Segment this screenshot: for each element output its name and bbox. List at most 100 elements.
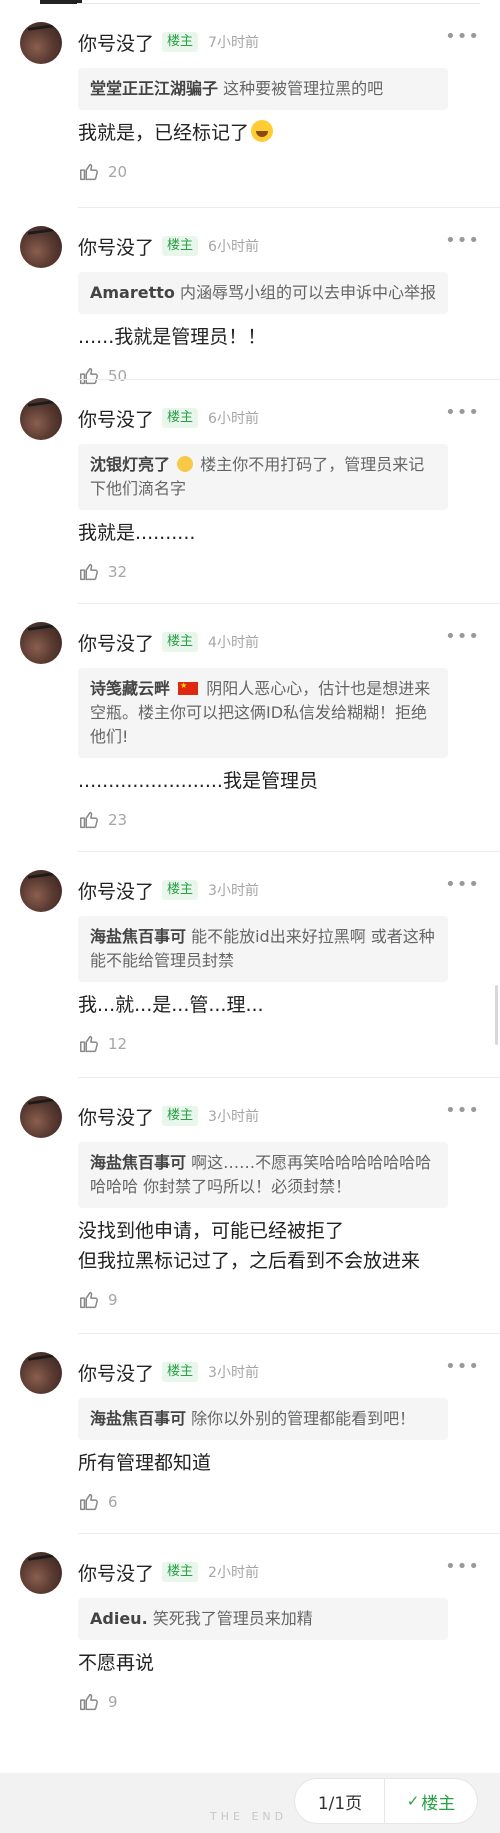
like-button[interactable]: 9 xyxy=(78,1682,480,1734)
quoted-username: 海盐焦百事可 xyxy=(90,1409,187,1428)
quoted-reply[interactable]: Adieu. 笑死我了管理员来加精 xyxy=(78,1598,448,1640)
like-count: 9 xyxy=(108,1693,118,1711)
quoted-username: 诗笺藏云畔 xyxy=(90,679,171,698)
op-badge: 楼主 xyxy=(162,1106,199,1126)
comment-item: 你号没了 楼主 2小时前 ••• Adieu. 笑死我了管理员来加精 不愿再说 … xyxy=(0,1534,500,1734)
comment-item: 你号没了 楼主 3小时前 ••• 海盐焦百事可 除你以外别的管理都能看到吧！ 所… xyxy=(0,1334,500,1534)
quoted-username: 海盐焦百事可 xyxy=(90,927,187,946)
comment-list: 你号没了 楼主 7小时前 ••• 堂堂正正江湖骗子 这种要被管理拉黑的吧 我就是… xyxy=(0,4,500,1734)
quoted-reply[interactable]: 堂堂正正江湖骗子 这种要被管理拉黑的吧 xyxy=(78,68,448,110)
more-options-icon[interactable]: ••• xyxy=(445,404,480,422)
emoji-icon xyxy=(177,456,194,472)
more-options-icon[interactable]: ••• xyxy=(445,232,480,250)
op-badge: 楼主 xyxy=(162,880,199,900)
username[interactable]: 你号没了 xyxy=(78,1103,154,1130)
op-badge: 楼主 xyxy=(162,632,199,652)
comment-body: 所有管理都知道 xyxy=(78,1452,212,1474)
username[interactable]: 你号没了 xyxy=(78,1559,154,1586)
comment-body: 我就是，已经标记了 xyxy=(78,118,480,148)
thumbs-up-icon xyxy=(80,1493,98,1511)
like-button[interactable]: 20 xyxy=(78,152,480,204)
username[interactable]: 你号没了 xyxy=(78,877,154,904)
like-button[interactable]: 32 xyxy=(78,552,480,604)
timestamp: 3小时前 xyxy=(208,1109,259,1125)
avatar[interactable] xyxy=(20,398,62,440)
timestamp: 7小时前 xyxy=(208,35,259,51)
like-count: 6 xyxy=(108,1493,118,1511)
page-indicator: 1/1页 xyxy=(317,1793,363,1814)
username[interactable]: 你号没了 xyxy=(78,29,154,56)
comment-body: 不愿再说 xyxy=(78,1652,155,1674)
username[interactable]: 你号没了 xyxy=(78,629,154,656)
quoted-reply[interactable]: 海盐焦百事可 能不能放id出来好拉黑啊 或者这种能不能给管理员封禁 xyxy=(78,916,448,982)
quoted-reply[interactable]: Amaretto 内涵辱骂小组的可以去申诉中心举报 xyxy=(78,272,448,314)
username[interactable]: 你号没了 xyxy=(78,405,154,432)
comment-header: 你号没了 楼主 4小时前 xyxy=(78,624,480,660)
bottom-bar: THE END 1/1页 ✓ 楼主 xyxy=(0,1773,500,1833)
comment-header: 你号没了 楼主 3小时前 xyxy=(78,1098,480,1134)
avatar[interactable] xyxy=(20,870,62,912)
comment-header: 你号没了 楼主 3小时前 xyxy=(78,872,480,908)
avatar[interactable] xyxy=(20,22,62,64)
quoted-reply[interactable]: 沈银灯亮了 楼主你不用打码了，管理员来记下他们滴名字 xyxy=(78,444,448,510)
thumbs-up-icon xyxy=(80,1035,98,1053)
more-options-icon[interactable]: ••• xyxy=(445,28,480,46)
timestamp: 6小时前 xyxy=(208,239,259,255)
comment-body: 我...就...是...管...理... xyxy=(78,994,264,1016)
quoted-username: 堂堂正正江湖骗子 xyxy=(90,79,219,98)
like-button[interactable]: 9 xyxy=(78,1280,480,1332)
timestamp: 3小时前 xyxy=(208,883,259,899)
more-options-icon[interactable]: ••• xyxy=(445,876,480,894)
op-badge: 楼主 xyxy=(162,1562,199,1582)
comment-item: 你号没了 楼主 7小时前 ••• 堂堂正正江湖骗子 这种要被管理拉黑的吧 我就是… xyxy=(0,4,500,208)
scrollbar[interactable] xyxy=(495,985,498,1045)
like-button[interactable]: 12 xyxy=(78,1024,480,1076)
quoted-text: 除你以外别的管理都能看到吧！ xyxy=(191,1409,416,1428)
comment-item: 你号没了 楼主 3小时前 ••• 海盐焦百事可 能不能放id出来好拉黑啊 或者这… xyxy=(0,852,500,1078)
timestamp: 3小时前 xyxy=(208,1365,259,1381)
comment-body: ........................我是管理员 xyxy=(78,770,318,792)
like-button[interactable]: 23 xyxy=(78,800,480,852)
avatar[interactable] xyxy=(20,226,62,268)
more-options-icon[interactable]: ••• xyxy=(445,628,480,646)
check-icon: ✓ xyxy=(406,1792,420,1810)
the-end-label: THE END xyxy=(210,1810,288,1823)
avatar[interactable] xyxy=(20,1552,62,1594)
quoted-text: 这种要被管理拉黑的吧 xyxy=(223,79,384,98)
op-badge: 楼主 xyxy=(162,32,199,52)
china-flag-icon xyxy=(178,682,199,695)
only-op-filter-button[interactable]: ✓ 楼主 xyxy=(385,1779,477,1823)
comment-item: 你号没了 楼主 3小时前 ••• 海盐焦百事可 啊这……不愿再笑哈哈哈哈哈哈哈哈… xyxy=(0,1078,500,1334)
more-options-icon[interactable]: ••• xyxy=(445,1358,480,1376)
avatar[interactable] xyxy=(20,622,62,664)
like-count: 20 xyxy=(108,163,128,181)
thumbs-up-icon xyxy=(80,563,98,581)
comment-header: 你号没了 楼主 6小时前 xyxy=(78,400,480,436)
like-count: 23 xyxy=(108,811,128,829)
op-badge: 楼主 xyxy=(162,236,199,256)
like-button[interactable]: 6 xyxy=(78,1482,480,1534)
comment-header: 你号没了 楼主 2小时前 xyxy=(78,1554,480,1590)
quoted-text: 笑死我了管理员来加精 xyxy=(152,1609,313,1628)
thumbs-up-icon xyxy=(80,1291,98,1309)
like-count: 9 xyxy=(108,1291,118,1309)
page-selector-button[interactable]: 1/1页 xyxy=(295,1779,385,1823)
comment-header: 你号没了 楼主 6小时前 xyxy=(78,228,480,264)
quoted-reply[interactable]: 诗笺藏云畔 阴阳人恶心心，估计也是想进来空瓶。楼主你可以把这俩ID私信发给糊糊！… xyxy=(78,668,448,758)
like-count: 32 xyxy=(108,563,128,581)
more-options-icon[interactable]: ••• xyxy=(445,1102,480,1120)
timestamp: 4小时前 xyxy=(208,635,259,651)
quoted-reply[interactable]: 海盐焦百事可 啊这……不愿再笑哈哈哈哈哈哈哈哈哈哈 你封禁了吗所以！必须封禁！ xyxy=(78,1142,448,1208)
comment-body: 没找到他申请，可能已经被拒了 但我拉黑标记过了，之后看到不会放进来 xyxy=(78,1220,421,1272)
avatar[interactable] xyxy=(20,1352,62,1394)
comment-item: 你号没了 楼主 6小时前 ••• Amaretto 内涵辱骂小组的可以去申诉中心… xyxy=(0,208,500,385)
timestamp: 2小时前 xyxy=(208,1565,259,1581)
username[interactable]: 你号没了 xyxy=(78,233,154,260)
like-count: 12 xyxy=(108,1035,128,1053)
quoted-username: 海盐焦百事可 xyxy=(90,1153,187,1172)
quoted-username: 沈银灯亮了 xyxy=(90,455,171,474)
more-options-icon[interactable]: ••• xyxy=(445,1558,480,1576)
quoted-reply[interactable]: 海盐焦百事可 除你以外别的管理都能看到吧！ xyxy=(78,1398,448,1440)
avatar[interactable] xyxy=(20,1096,62,1138)
username[interactable]: 你号没了 xyxy=(78,1359,154,1386)
